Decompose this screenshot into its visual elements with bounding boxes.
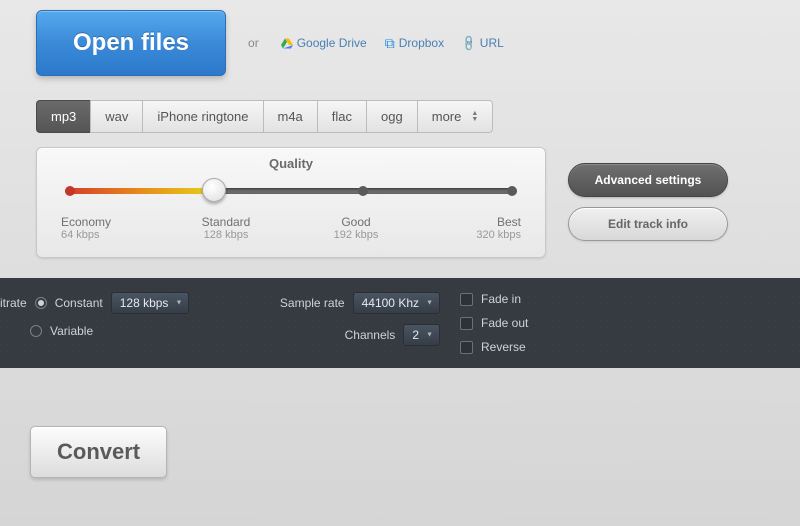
fade-out-label: Fade out bbox=[481, 316, 528, 330]
quality-labels: Economy 64 kbps Standard 128 kbps Good 1… bbox=[61, 215, 521, 241]
format-tab-flac[interactable]: flac bbox=[317, 100, 366, 133]
chevron-up-down-icon: ▲▼ bbox=[471, 111, 478, 123]
format-tab-more-label: more bbox=[432, 109, 462, 124]
bitrate-constant-label: Constant bbox=[55, 296, 103, 310]
convert-row: Convert bbox=[30, 426, 800, 478]
quality-name: Economy bbox=[61, 215, 111, 229]
url-label: URL bbox=[480, 36, 504, 50]
fade-in-checkbox[interactable] bbox=[460, 293, 473, 306]
quality-panel: Quality Economy 64 kbps Standard 128 kbp… bbox=[36, 147, 546, 258]
convert-button[interactable]: Convert bbox=[30, 426, 167, 478]
format-tab-mp3[interactable]: mp3 bbox=[36, 100, 90, 133]
slider-fill bbox=[65, 188, 214, 194]
format-tab-wav[interactable]: wav bbox=[90, 100, 142, 133]
url-link[interactable]: 🔗 URL bbox=[462, 36, 504, 50]
side-buttons: Advanced settings Edit track info bbox=[568, 163, 728, 241]
quality-label-economy: Economy 64 kbps bbox=[61, 215, 131, 241]
bitrate-constant-radio[interactable] bbox=[35, 297, 47, 309]
google-drive-icon bbox=[281, 37, 293, 49]
quality-row: Quality Economy 64 kbps Standard 128 kbp… bbox=[36, 147, 800, 258]
quality-label-good: Good 192 kbps bbox=[321, 215, 391, 241]
bitrate-select[interactable]: 128 kbps bbox=[111, 292, 190, 314]
slider-thumb[interactable] bbox=[202, 178, 226, 202]
dropbox-link[interactable]: ⧉ Dropbox bbox=[385, 35, 444, 52]
advanced-settings-button[interactable]: Advanced settings bbox=[568, 163, 728, 197]
open-files-button[interactable]: Open files bbox=[36, 10, 226, 76]
edit-track-info-button[interactable]: Edit track info bbox=[568, 207, 728, 241]
link-icon: 🔗 bbox=[460, 34, 479, 53]
fade-in-label: Fade in bbox=[481, 292, 521, 306]
slider-stop-good[interactable] bbox=[358, 186, 368, 196]
format-tab-m4a[interactable]: m4a bbox=[263, 100, 317, 133]
bitrate-label: itrate bbox=[0, 296, 27, 310]
bitrate-variable-label: Variable bbox=[50, 324, 93, 338]
format-tab-ogg[interactable]: ogg bbox=[366, 100, 417, 133]
quality-rate: 320 kbps bbox=[451, 229, 521, 241]
quality-name: Good bbox=[341, 215, 370, 229]
quality-name: Standard bbox=[202, 215, 251, 229]
sample-rate-select[interactable]: 44100 Khz bbox=[353, 292, 440, 314]
format-tab-iphone[interactable]: iPhone ringtone bbox=[142, 100, 262, 133]
google-drive-label: Google Drive bbox=[297, 36, 367, 50]
quality-title: Quality bbox=[61, 156, 521, 171]
quality-rate: 192 kbps bbox=[321, 229, 391, 241]
slider-stop-economy[interactable] bbox=[65, 186, 75, 196]
reverse-label: Reverse bbox=[481, 340, 526, 354]
quality-slider[interactable] bbox=[65, 181, 517, 201]
fade-out-checkbox[interactable] bbox=[460, 317, 473, 330]
or-label: or bbox=[248, 36, 259, 50]
channels-label: Channels bbox=[345, 328, 396, 342]
dropbox-icon: ⧉ bbox=[385, 35, 395, 52]
format-tab-more[interactable]: more ▲▼ bbox=[417, 100, 494, 133]
quality-label-best: Best 320 kbps bbox=[451, 215, 521, 241]
cloud-links: Google Drive ⧉ Dropbox 🔗 URL bbox=[281, 35, 504, 52]
dropbox-label: Dropbox bbox=[399, 36, 444, 50]
quality-label-standard: Standard 128 kbps bbox=[191, 215, 261, 241]
sample-rate-label: Sample rate bbox=[280, 296, 345, 310]
format-tabs: mp3 wav iPhone ringtone m4a flac ogg mor… bbox=[36, 100, 536, 133]
quality-rate: 128 kbps bbox=[191, 229, 261, 241]
top-row: Open files or Google Drive ⧉ Dropbox 🔗 U… bbox=[0, 0, 800, 86]
google-drive-link[interactable]: Google Drive bbox=[281, 36, 367, 50]
slider-stop-best[interactable] bbox=[507, 186, 517, 196]
advanced-panel: itrate Constant 128 kbps Variable Sample… bbox=[0, 278, 800, 368]
bitrate-variable-radio[interactable] bbox=[30, 325, 42, 337]
quality-rate: 64 kbps bbox=[61, 229, 131, 241]
reverse-checkbox[interactable] bbox=[460, 341, 473, 354]
quality-name: Best bbox=[497, 215, 521, 229]
channels-select[interactable]: 2 bbox=[403, 324, 440, 346]
